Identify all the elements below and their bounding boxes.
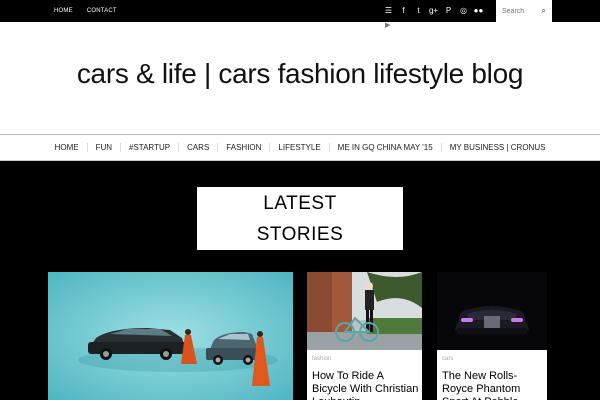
search-input[interactable] (502, 7, 536, 15)
social-links: ☰ f t g+ P ◎ ●● (384, 4, 483, 16)
latest-line-2: STORIES (256, 224, 344, 245)
nav-my-business[interactable]: MY BUSINESS | CRONUS (440, 143, 554, 152)
top-nav: HOME CONTACT (54, 0, 117, 22)
story-card-rolls-royce[interactable]: cars The New Rolls-Royce Phantom Sport A… (437, 272, 547, 400)
latest-stories-heading: LATEST STORIES (197, 187, 403, 250)
site-header: cars & life | cars fashion lifestyle blo… (0, 22, 600, 134)
nav-cars[interactable]: CARS (178, 143, 217, 152)
nav-fun[interactable]: FUN (86, 143, 120, 152)
nav-startup[interactable]: #STARTUP (120, 143, 178, 152)
search-box: ⌕ (496, 0, 552, 22)
story-card-bmw[interactable] (48, 272, 293, 400)
story-image-rolls-royce[interactable] (437, 272, 547, 350)
nav-home[interactable]: HOME (47, 143, 87, 152)
story-title[interactable]: The New Rolls-Royce Phantom Sport At Peb… (442, 370, 544, 400)
youtube-icon[interactable]: ▶ (385, 21, 390, 29)
flickr-icon[interactable]: ●● (474, 4, 484, 16)
facebook-icon[interactable]: f (399, 4, 408, 16)
story-card-bicycle[interactable]: fashion How To Ride A Bicycle With Chris… (307, 272, 422, 400)
site-title[interactable]: cars & life | cars fashion lifestyle blo… (0, 58, 600, 90)
pinterest-icon[interactable]: P (444, 4, 453, 16)
nav-fashion[interactable]: FASHION (217, 143, 269, 152)
latest-line-1: LATEST (263, 193, 337, 214)
instagram-icon[interactable]: ◎ (459, 4, 468, 16)
main-nav: HOME FUN #STARTUP CARS FASHION LIFESTYLE… (0, 134, 600, 161)
twitter-icon[interactable]: t (414, 4, 423, 16)
nav-lifestyle[interactable]: LIFESTYLE (269, 143, 328, 152)
story-title[interactable]: How To Ride A Bicycle With Christian Lou… (312, 370, 419, 400)
story-image-bmw[interactable] (48, 272, 293, 400)
story-category[interactable]: cars (442, 356, 453, 362)
top-bar: HOME CONTACT ☰ f t g+ P ◎ ●● ⌕ (0, 0, 600, 22)
topnav-contact-link[interactable]: CONTACT (87, 8, 117, 14)
story-category[interactable]: fashion (312, 356, 331, 362)
story-image-bicycle[interactable] (307, 272, 422, 350)
google-plus-icon[interactable]: g+ (429, 4, 438, 16)
nav-gq-china[interactable]: ME IN GQ CHINA MAY '15 (328, 143, 441, 152)
rss-icon[interactable]: ☰ (384, 4, 393, 16)
search-icon[interactable]: ⌕ (542, 6, 546, 16)
topnav-home-link[interactable]: HOME (54, 8, 73, 14)
